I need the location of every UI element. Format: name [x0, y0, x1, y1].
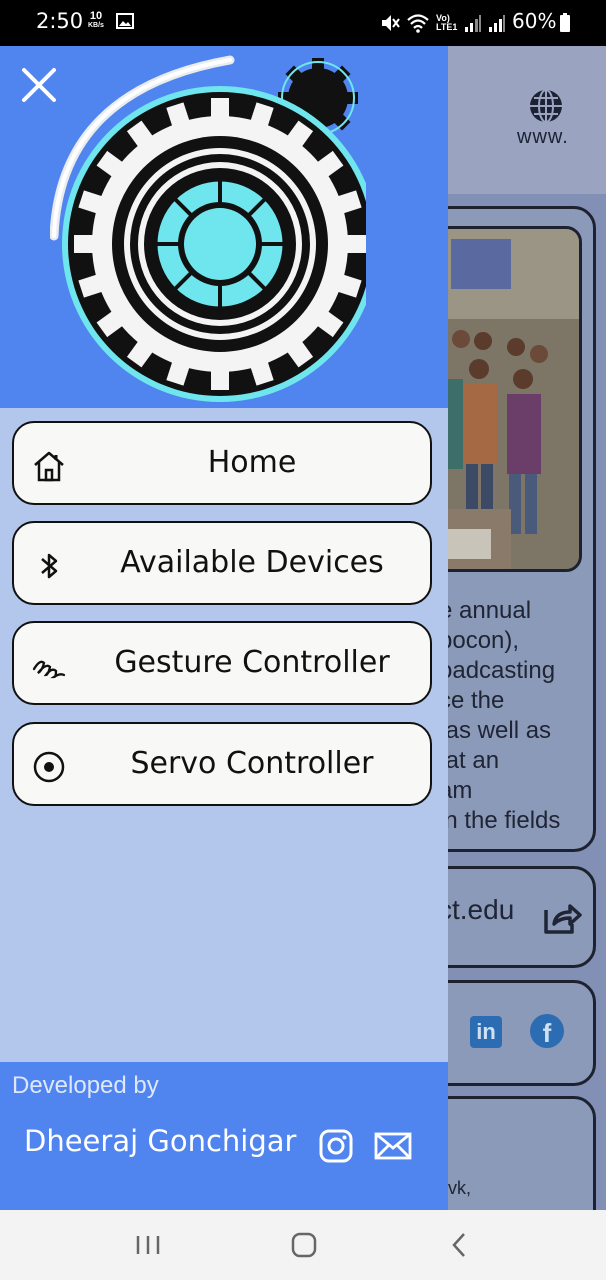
- home-button-icon[interactable]: [287, 1230, 321, 1260]
- battery-icon: [560, 13, 570, 32]
- status-time: 2:50: [36, 9, 84, 33]
- home-icon: [34, 451, 64, 482]
- background-app: www. e annual bocon), oadcasting ce the …: [448, 46, 606, 1210]
- menu-item-available-devices[interactable]: Available Devices: [12, 521, 432, 605]
- signal-icon-2: [489, 15, 505, 32]
- menu-item-available-devices-label: Available Devices: [120, 545, 384, 580]
- status-bar: 2:50 10 KB/s Vo) LTE1 60%: [0, 0, 606, 46]
- gallery-icon: [116, 13, 134, 29]
- drawer-footer: Developed by Dheeraj Gonchigar: [0, 1062, 448, 1210]
- developed-by-label: Developed by: [12, 1072, 159, 1099]
- signal-icon-1: [465, 15, 481, 32]
- menu-item-servo-controller[interactable]: Servo Controller: [12, 722, 432, 806]
- network-label: Vo) LTE1: [436, 13, 458, 32]
- facebook-icon: f: [530, 1014, 564, 1048]
- bluetooth-icon: [41, 553, 58, 579]
- share-icon: [544, 904, 582, 934]
- menu-item-gesture-controller-label: Gesture Controller: [114, 645, 390, 680]
- recent-apps-icon[interactable]: [132, 1230, 166, 1260]
- battery-percent: 60%: [512, 9, 557, 33]
- navigation-drawer: Home Available Devices Gesture Controlle…: [0, 46, 448, 1210]
- gesture-icon: [32, 660, 66, 679]
- linkedin-icon: in: [470, 1016, 502, 1048]
- radio-target-icon: [33, 751, 65, 783]
- mail-icon[interactable]: [374, 1130, 412, 1162]
- status-icons: Vo) LTE1: [380, 10, 506, 36]
- wifi-icon: [407, 14, 429, 33]
- menu-item-gesture-controller[interactable]: Gesture Controller: [12, 621, 432, 705]
- network-speed: 10 KB/s: [88, 11, 104, 31]
- network-speed-unit: KB/s: [88, 22, 104, 29]
- bg-about-text: e annual bocon), oadcasting ce the as we…: [448, 597, 561, 834]
- bg-bottom-text: vk,: [448, 1178, 472, 1198]
- menu-item-home-label: Home: [207, 445, 297, 480]
- bg-header: www.: [448, 46, 606, 194]
- instagram-icon[interactable]: [318, 1128, 354, 1164]
- back-icon[interactable]: [444, 1230, 478, 1260]
- close-icon[interactable]: [18, 64, 60, 106]
- bg-link-text: ct.edu: [448, 894, 515, 925]
- drawer-header: [0, 46, 448, 408]
- app-logo: [50, 55, 366, 402]
- menu-item-home[interactable]: Home: [12, 421, 432, 505]
- menu-item-servo-controller-label: Servo Controller: [130, 746, 374, 781]
- mute-icon: [382, 15, 400, 31]
- bg-team-photo: [448, 226, 582, 572]
- system-navigation-bar: [0, 1210, 606, 1280]
- bg-website-label: www.: [517, 126, 569, 148]
- globe-icon: [530, 89, 562, 123]
- developer-name: Dheeraj Gonchigar: [24, 1124, 297, 1158]
